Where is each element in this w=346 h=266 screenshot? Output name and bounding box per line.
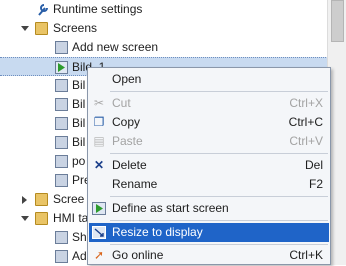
- menu-label: Delete: [112, 158, 147, 172]
- menu-label: Paste: [112, 134, 143, 148]
- menu-shortcut: Ctrl+V: [289, 134, 323, 148]
- tree-label: Sh: [72, 230, 87, 244]
- tree-label: Bil: [72, 116, 86, 130]
- menu-separator: [110, 153, 328, 154]
- tree-label: Bil: [72, 78, 86, 92]
- menu-item-copy[interactable]: ❐ Copy Ctrl+C: [89, 113, 329, 132]
- scissors-icon: ✂: [93, 96, 105, 110]
- menu-shortcut: Ctrl+X: [289, 96, 323, 110]
- tree-item-screen[interactable]: Bil: [0, 133, 90, 152]
- menu-shortcut: Ctrl+K: [289, 248, 323, 262]
- start-screen-icon: [55, 61, 68, 74]
- screen-icon: [55, 117, 68, 130]
- tree-label: Scree: [53, 192, 85, 206]
- tree-item-screen[interactable]: Pre: [0, 171, 91, 190]
- screen-icon: [55, 79, 68, 92]
- start-screen-icon: [92, 202, 106, 215]
- menu-item-delete[interactable]: ✕ Delete Del: [89, 156, 329, 175]
- menu-separator: [110, 244, 328, 245]
- menu-label: Rename: [112, 177, 158, 191]
- tree-item-add-tag-table[interactable]: Ad: [0, 247, 90, 266]
- expand-right-icon[interactable]: [22, 196, 27, 204]
- context-menu: Open ✂ Cut Ctrl+X ❐ Copy Ctrl+C ▤ Paste …: [87, 67, 331, 265]
- menu-item-go-online[interactable]: ➚ Go online Ctrl+K: [89, 246, 329, 265]
- tree-item-screen[interactable]: Bil: [0, 114, 90, 133]
- folder-icon: [35, 212, 48, 225]
- tree-item-add-new-screen[interactable]: Add new screen: [0, 38, 328, 57]
- tree-item-screen-management[interactable]: Scree: [0, 190, 90, 209]
- scrollbar-thumb[interactable]: [331, 0, 344, 42]
- menu-label: Define as start screen: [112, 201, 229, 215]
- tree-item-show-all-tags[interactable]: Sh: [0, 228, 90, 247]
- tree-label: Bil: [72, 135, 86, 149]
- menu-item-rename[interactable]: Rename F2: [89, 175, 329, 194]
- menu-label: Copy: [112, 115, 141, 129]
- menu-item-cut[interactable]: ✂ Cut Ctrl+X: [89, 94, 329, 113]
- folder-icon: [35, 22, 48, 35]
- menu-separator: [110, 196, 328, 197]
- screen-icon: [55, 136, 68, 149]
- add-tag-table-icon: [55, 250, 68, 263]
- tree-item-screen[interactable]: Bil: [0, 95, 90, 114]
- menu-shortcut: F2: [308, 177, 323, 191]
- tree-item-screen[interactable]: po: [0, 152, 90, 171]
- menu-label: Open: [112, 72, 142, 86]
- tree-label: po: [72, 154, 86, 168]
- tree-item-screen[interactable]: Bil: [0, 76, 90, 95]
- menu-item-resize-to-display[interactable]: Resize to display: [89, 223, 329, 242]
- menu-shortcut: Ctrl+C: [288, 115, 323, 129]
- resize-icon: [92, 226, 106, 239]
- menu-label: Go online: [112, 248, 164, 262]
- go-online-icon: ➚: [93, 248, 105, 262]
- tree-item-screens[interactable]: Screens: [0, 19, 328, 38]
- tree-label: Runtime settings: [53, 2, 143, 16]
- menu-item-open[interactable]: Open: [89, 70, 329, 89]
- copy-icon: ❐: [93, 115, 105, 129]
- tree-item-runtime-settings[interactable]: Runtime settings: [0, 0, 328, 19]
- menu-item-define-start-screen[interactable]: Define as start screen: [89, 199, 329, 218]
- menu-shortcut: Del: [304, 158, 323, 172]
- tree-label: Screens: [53, 21, 98, 35]
- tree-label: Add new screen: [72, 40, 159, 54]
- menu-item-paste[interactable]: ▤ Paste Ctrl+V: [89, 132, 329, 151]
- add-screen-icon: [55, 41, 68, 54]
- menu-label: Cut: [112, 96, 131, 110]
- menu-separator: [110, 220, 328, 221]
- screen-icon: [55, 174, 68, 187]
- screen-icon: [55, 155, 68, 168]
- screen-icon: [55, 98, 68, 111]
- menu-label: Resize to display: [112, 225, 203, 239]
- tree-label: HMI ta: [53, 211, 89, 225]
- tree-label: Ad: [72, 249, 87, 263]
- tree-label: Bil: [72, 97, 86, 111]
- folder-icon: [35, 193, 48, 206]
- expand-down-icon[interactable]: [21, 216, 29, 221]
- tag-table-icon: [55, 231, 68, 244]
- wrench-icon: [38, 4, 48, 16]
- menu-separator: [110, 91, 328, 92]
- delete-x-icon: ✕: [93, 158, 105, 172]
- expand-down-icon[interactable]: [21, 26, 29, 31]
- paste-icon: ▤: [93, 134, 105, 148]
- tree-item-hmi-tags[interactable]: HMI ta: [0, 209, 90, 228]
